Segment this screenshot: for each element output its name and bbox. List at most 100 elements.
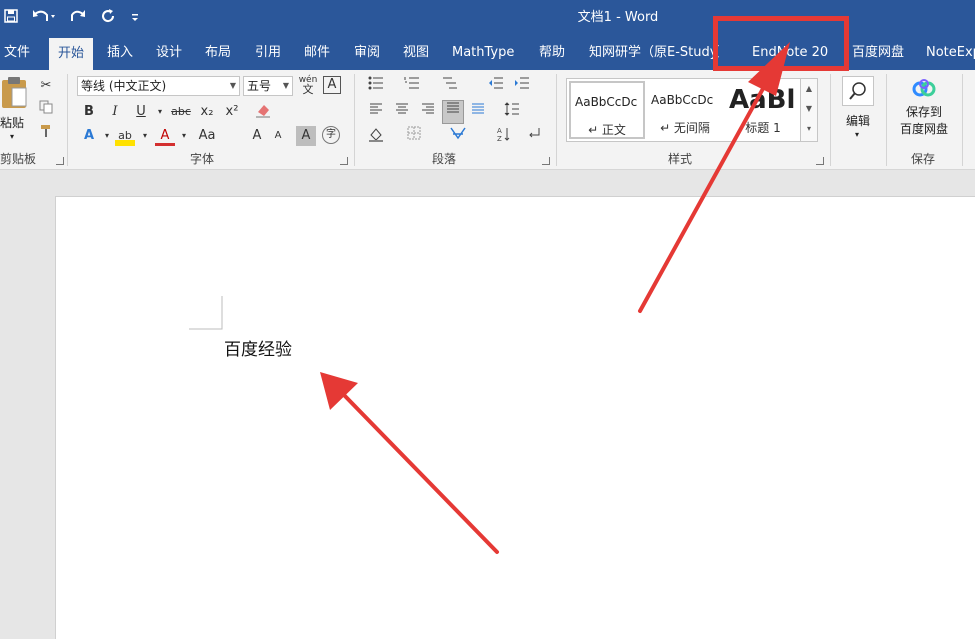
- styles-gallery: AaBbCcDc ↵ 正文 AaBbCcDc ↵ 无间隔 AaBl 标题 1: [566, 78, 818, 142]
- character-border-button[interactable]: A: [323, 76, 341, 94]
- font-color-button[interactable]: A: [155, 126, 175, 146]
- clear-formatting-icon[interactable]: [253, 102, 273, 122]
- style-no-spacing-name: ↵ 无间隔: [660, 121, 710, 135]
- chevron-up-icon[interactable]: ▲: [801, 79, 817, 99]
- tab-mathtype[interactable]: MathType: [452, 36, 514, 70]
- save-to-baidu-button[interactable]: 保存到 百度网盘: [894, 78, 954, 146]
- editing-button[interactable]: 编辑 ▾: [840, 76, 876, 146]
- styles-launcher-icon[interactable]: [816, 157, 824, 165]
- tab-noteexpress[interactable]: NoteExp: [926, 36, 975, 70]
- text-boundary-corner: [189, 296, 223, 330]
- chinese-layout-icon[interactable]: [448, 126, 468, 146]
- style-heading-1-sample: AaBl: [729, 85, 796, 115]
- justify-icon[interactable]: [442, 100, 464, 124]
- shading-icon[interactable]: [366, 126, 386, 146]
- borders-icon[interactable]: [404, 126, 424, 146]
- group-divider: [556, 74, 557, 166]
- word-window: 文档1 - Word 文件 开始 插入 设计 布局 引用 邮件 审阅 视图 Ma…: [0, 0, 975, 639]
- styles-scroll[interactable]: ▲ ▼ ▾: [800, 78, 818, 142]
- show-marks-icon[interactable]: [524, 126, 544, 146]
- document-area: 百度经验: [0, 171, 975, 639]
- chevron-down-icon[interactable]: ▾: [174, 126, 194, 146]
- cut-icon[interactable]: ✂: [36, 76, 56, 96]
- superscript-button[interactable]: x²: [222, 102, 242, 122]
- save-to-baidu-line1: 保存到: [905, 105, 942, 119]
- bullets-icon[interactable]: [366, 76, 386, 96]
- strikethrough-button[interactable]: abc: [168, 102, 194, 122]
- format-painter-icon[interactable]: [36, 124, 56, 144]
- line-spacing-icon[interactable]: [502, 102, 522, 122]
- annotation-highlight-box: [713, 16, 849, 71]
- font-size-dropdown[interactable]: 五号 ▼: [243, 76, 293, 96]
- paste-button[interactable]: 粘贴 ▾: [0, 76, 30, 146]
- clipboard-launcher-icon[interactable]: [56, 157, 64, 165]
- text-effects-button[interactable]: A: [79, 126, 99, 146]
- svg-text:Z: Z: [497, 135, 502, 142]
- tab-cnki-estudy[interactable]: 知网研学（原E-Study）: [589, 36, 719, 70]
- more-styles-icon[interactable]: ▾: [801, 119, 817, 139]
- ribbon-home: 粘贴 ▾ ✂ 剪贴板 等线 (中文正文) ▼ 五号 ▼ wén 文 A B I …: [0, 70, 975, 170]
- shrink-font-button[interactable]: A: [268, 126, 288, 146]
- tab-home[interactable]: 开始: [49, 38, 94, 70]
- font-launcher-icon[interactable]: [340, 157, 348, 165]
- font-size-value: 五号: [247, 79, 272, 93]
- editing-label: 编辑: [846, 114, 871, 128]
- copy-icon[interactable]: [36, 100, 56, 120]
- subscript-button[interactable]: x₂: [197, 102, 217, 122]
- font-name-value: 等线 (中文正文): [81, 79, 167, 93]
- highlight-button[interactable]: ab: [115, 126, 135, 146]
- clipboard-group-label: 剪贴板: [0, 152, 37, 166]
- character-shading-button[interactable]: A: [296, 126, 316, 146]
- underline-dropdown-icon[interactable]: ▾: [150, 102, 170, 122]
- tab-references[interactable]: 引用: [255, 36, 281, 70]
- font-name-dropdown[interactable]: 等线 (中文正文) ▼: [77, 76, 240, 96]
- sort-icon[interactable]: AZ: [494, 126, 514, 146]
- tab-view[interactable]: 视图: [403, 36, 429, 70]
- grow-font-button[interactable]: A: [247, 126, 267, 146]
- tab-file[interactable]: 文件: [4, 36, 30, 70]
- tab-design[interactable]: 设计: [156, 36, 182, 70]
- style-normal-sample: AaBbCcDc: [575, 95, 638, 109]
- chevron-down-icon: ▼: [282, 81, 289, 90]
- increase-indent-icon[interactable]: [512, 76, 532, 96]
- enclose-characters-button[interactable]: 字: [322, 126, 340, 144]
- save-group-label: 保存: [911, 152, 936, 166]
- change-case-button[interactable]: Aa: [195, 126, 219, 146]
- group-divider: [962, 74, 963, 166]
- phonetic-guide-button[interactable]: wén 文: [298, 75, 318, 95]
- align-center-icon[interactable]: [392, 102, 412, 122]
- chevron-down-icon[interactable]: ▼: [801, 99, 817, 119]
- paste-label: 粘贴: [0, 116, 25, 130]
- chevron-down-icon[interactable]: ▾: [97, 126, 117, 146]
- underline-button[interactable]: U: [131, 102, 151, 122]
- italic-button[interactable]: I: [105, 102, 125, 122]
- tab-mailings[interactable]: 邮件: [304, 36, 330, 70]
- tab-help[interactable]: 帮助: [539, 36, 565, 70]
- document-text[interactable]: 百度经验: [224, 335, 292, 360]
- document-page[interactable]: 百度经验: [55, 196, 975, 639]
- style-no-spacing[interactable]: AaBbCcDc ↵ 无间隔: [647, 81, 723, 139]
- style-normal[interactable]: AaBbCcDc ↵ 正文: [569, 81, 645, 139]
- bold-button[interactable]: B: [79, 102, 99, 122]
- align-right-icon[interactable]: [418, 102, 438, 122]
- numbering-icon[interactable]: [402, 76, 422, 96]
- paste-dropdown-icon[interactable]: ▾: [10, 132, 14, 141]
- paragraph-launcher-icon[interactable]: [542, 157, 550, 165]
- group-divider: [354, 74, 355, 166]
- tab-layout[interactable]: 布局: [205, 36, 231, 70]
- style-normal-name: ↵ 正文: [588, 123, 626, 137]
- phonetic-guide-char: 文: [302, 83, 314, 96]
- tab-insert[interactable]: 插入: [107, 36, 133, 70]
- multilevel-list-icon[interactable]: [440, 76, 460, 96]
- group-divider: [830, 74, 831, 166]
- baidu-netdisk-icon: [912, 79, 936, 97]
- paste-icon: [2, 77, 27, 108]
- style-heading-1[interactable]: AaBl 标题 1: [725, 81, 801, 139]
- distributed-icon[interactable]: [468, 102, 488, 122]
- decrease-indent-icon[interactable]: [486, 76, 506, 96]
- chevron-down-icon[interactable]: ▾: [135, 126, 155, 146]
- styles-group-label: 样式: [668, 152, 693, 166]
- tab-baidu-netdisk[interactable]: 百度网盘: [852, 36, 904, 70]
- tab-review[interactable]: 审阅: [354, 36, 380, 70]
- align-left-icon[interactable]: [366, 102, 386, 122]
